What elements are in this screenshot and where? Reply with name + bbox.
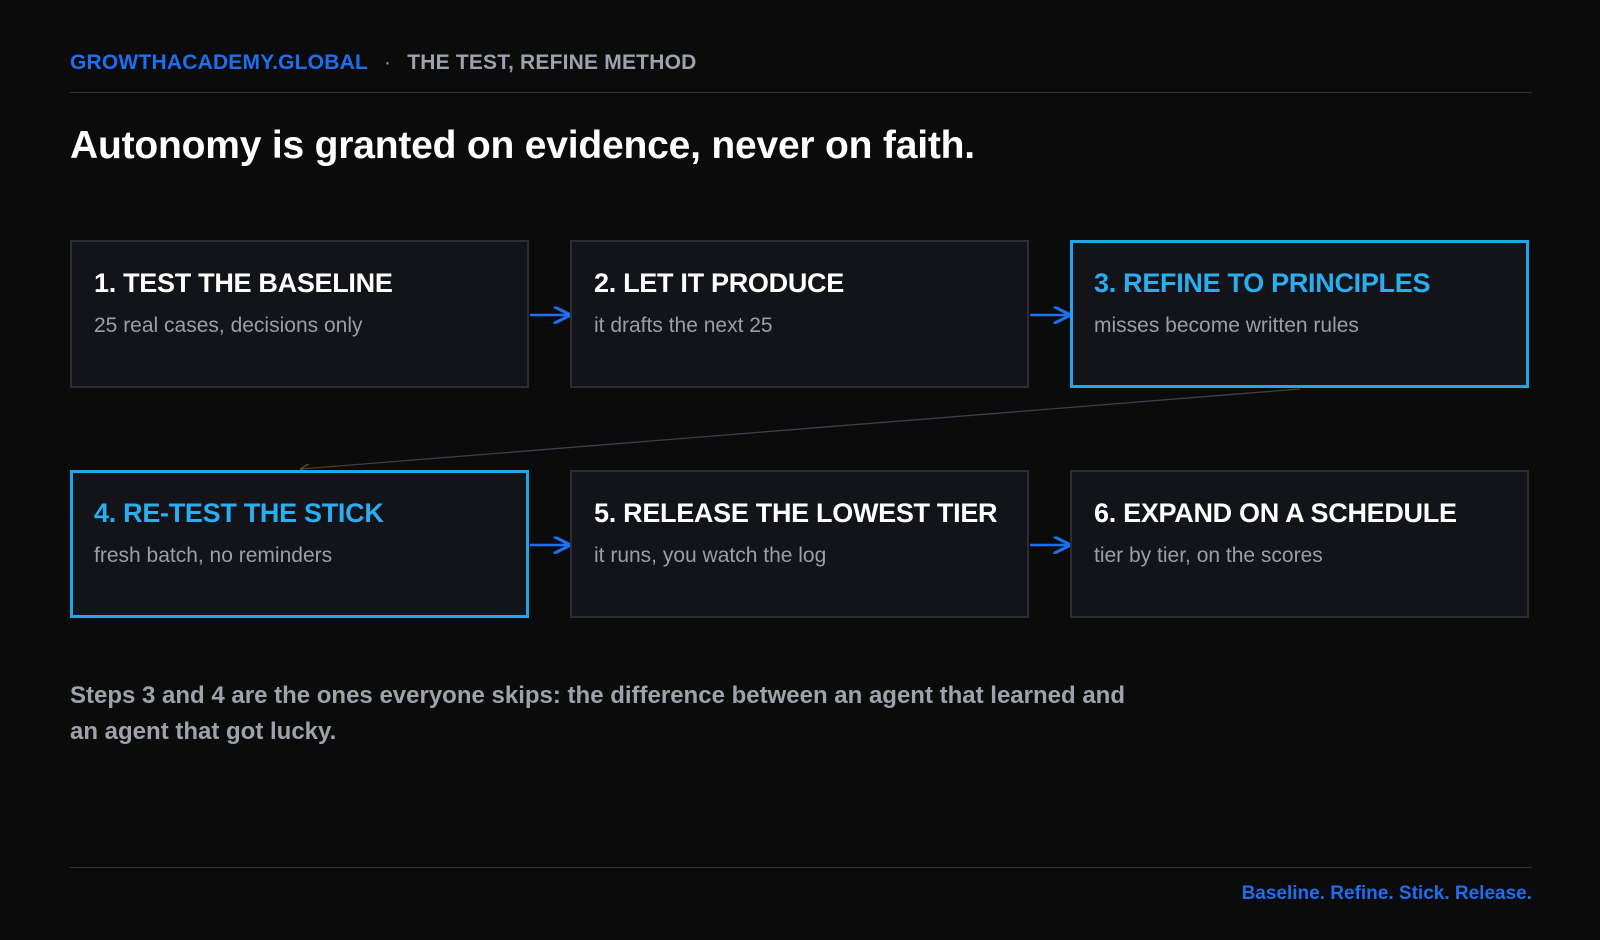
step-title: 4. RE-TEST THE STICK — [94, 498, 384, 528]
footer-divider — [70, 867, 1532, 868]
step-title: 2. LET IT PRODUCE — [594, 268, 844, 298]
step-description: misses become written rules — [1094, 314, 1359, 337]
footnote: Steps 3 and 4 are the ones everyone skip… — [70, 682, 1125, 745]
step-title: 1. TEST THE BASELINE — [94, 268, 393, 298]
step-description: tier by tier, on the scores — [1094, 544, 1323, 567]
step-title: 5. RELEASE THE LOWEST TIER — [594, 498, 998, 528]
step-card-5: 5. RELEASE THE LOWEST TIER it runs, you … — [570, 470, 1029, 618]
step-title: 3. REFINE TO PRINCIPLES — [1094, 268, 1431, 298]
footer-tagline: Baseline. Refine. Stick. Release. — [1241, 883, 1532, 904]
step-card-1: 1. TEST THE BASELINE 25 real cases, deci… — [70, 240, 529, 388]
step-description: it drafts the next 25 — [594, 314, 773, 337]
arrow-step3-to-step4 — [301, 388, 1301, 469]
step-description: fresh batch, no reminders — [94, 544, 333, 567]
step-card-6: 6. EXPAND ON A SCHEDULE tier by tier, on… — [1070, 470, 1529, 618]
step-title: 6. EXPAND ON A SCHEDULE — [1094, 498, 1457, 528]
step-description: 25 real cases, decisions only — [94, 314, 363, 337]
step-card-4: 4. RE-TEST THE STICK fresh batch, no rem… — [70, 470, 529, 618]
step-description: it runs, you watch the log — [594, 544, 827, 567]
step-card-2: 2. LET IT PRODUCE it drafts the next 25 — [570, 240, 1029, 388]
step-card-3: 3. REFINE TO PRINCIPLES misses become wr… — [1070, 240, 1529, 388]
